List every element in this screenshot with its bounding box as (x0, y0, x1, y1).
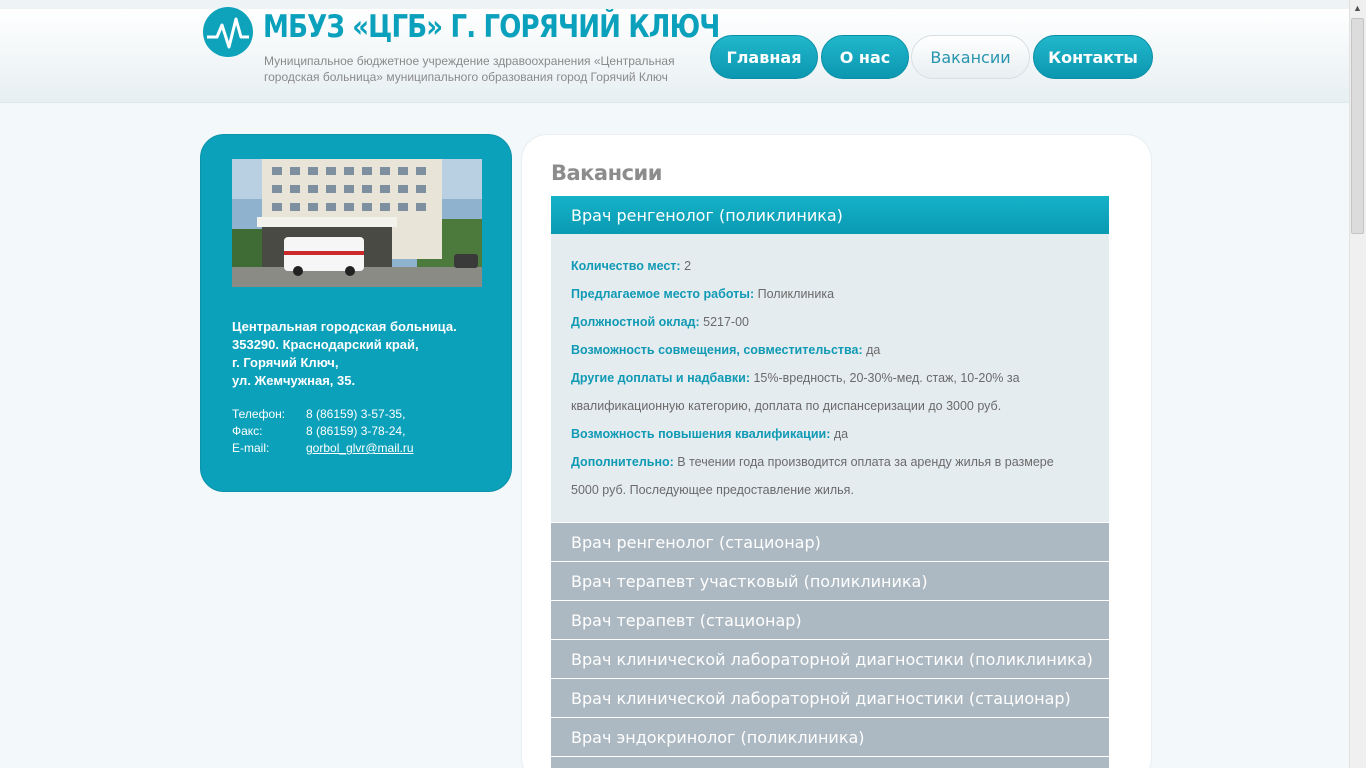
vacancy-header[interactable]: Врач клинической лабораторной диагностик… (551, 679, 1109, 717)
email-link[interactable]: gorbol_glvr@mail.ru (306, 440, 414, 457)
site-title[interactable]: МБУЗ «ЦГБ» Г. ГОРЯЧИЙ КЛЮЧ (263, 9, 720, 45)
detail-value: квалификационную категорию, доплата по д… (571, 399, 1002, 413)
detail-key: Должностной оклад: (571, 315, 700, 329)
nav-vacancies[interactable]: Вакансии (911, 35, 1030, 79)
detail-line: 5000 руб. Последующее предоставление жил… (571, 476, 1089, 504)
detail-value: 5000 руб. Последующее предоставление жил… (571, 483, 854, 497)
hospital-address: Центральная городская больница. 353290. … (232, 318, 492, 390)
detail-value: 5217-00 (699, 315, 750, 329)
detail-value: В течении года производится оплата за ар… (673, 455, 1054, 469)
detail-key: Другие доплаты и надбавки: (571, 371, 750, 385)
address-line: г. Горячий Ключ, (232, 355, 339, 370)
detail-line: квалификационную категорию, доплата по д… (571, 392, 1089, 420)
nav-about[interactable]: О нас (821, 35, 909, 79)
detail-key: Возможность совмещения, совместительства… (571, 343, 863, 357)
detail-value: да (862, 343, 881, 357)
vacancy-header[interactable]: Врач эндокринолог (поликлиника) (551, 718, 1109, 756)
contact-sidebar: Центральная городская больница. 353290. … (200, 134, 512, 492)
address-line: Центральная городская больница. (232, 319, 457, 334)
phone-label: Телефон: (232, 407, 286, 421)
scroll-up-arrow-icon[interactable]: ▲ (1349, 0, 1366, 17)
site-subtitle: Муниципальное бюджетное учреждение здрав… (264, 54, 675, 84)
detail-key: Дополнительно: (571, 455, 674, 469)
detail-key: Возможность повышения квалификации: (571, 427, 831, 441)
fax-label: Факс: (232, 424, 263, 438)
vacancy-header[interactable]: Врач терапевт (стационар) (551, 601, 1109, 639)
hospital-photo (232, 159, 482, 287)
detail-line: Дополнительно: В течении года производит… (571, 448, 1089, 476)
phone-value: 8 (86159) 3-57-35, (306, 407, 406, 421)
detail-line: Другие доплаты и надбавки: 15%-вредность… (571, 364, 1089, 392)
detail-key: Предлагаемое место работы: (571, 287, 755, 301)
vacancy-header[interactable]: Врач терапевт участковый (поликлиника) (551, 562, 1109, 600)
email-label: E-mail: (232, 441, 270, 455)
detail-line: Возможность совмещения, совместительства… (571, 336, 1089, 364)
contact-info: Телефон: 8 (86159) 3-57-35, Факс: 8 (86159… (232, 406, 414, 457)
vacancy-header[interactable]: Врач клинической лабораторной диагностик… (551, 640, 1109, 678)
address-line: ул. Жемчужная, 35. (232, 373, 356, 388)
detail-value: да (830, 427, 849, 441)
detail-line: Возможность повышения квалификации: да (571, 420, 1089, 448)
address-line: 353290. Краснодарский край, (232, 337, 419, 352)
nav-contacts[interactable]: Контакты (1033, 35, 1153, 79)
vacancy-header[interactable]: Врач ренгенолог (стационар) (551, 523, 1109, 561)
vacancy-details: Количество мест: 2 Предлагаемое место ра… (551, 234, 1109, 522)
fax-value: 8 (86159) 3-78-24, (306, 424, 406, 438)
heartbeat-logo-icon[interactable] (203, 7, 253, 57)
vacancy-header[interactable] (551, 757, 1109, 768)
page-title: Вакансии (551, 161, 663, 185)
detail-line: Должностной оклад: 5217-00 (571, 308, 1089, 336)
detail-line: Предлагаемое место работы: Поликлиника (571, 280, 1089, 308)
vacancy-header-open[interactable]: Врач ренгенолог (поликлиника) (551, 196, 1109, 234)
scroll-thumb[interactable] (1351, 18, 1364, 234)
detail-value: 15%-вредность, 20-30%-мед. стаж, 10-20% … (749, 371, 1020, 385)
detail-value: 2 (680, 259, 692, 273)
detail-value: Поликлиника (754, 287, 835, 301)
nav-main[interactable]: Главная (710, 35, 818, 79)
detail-line: Количество мест: 2 (571, 252, 1089, 280)
detail-key: Количество мест: (571, 259, 681, 273)
